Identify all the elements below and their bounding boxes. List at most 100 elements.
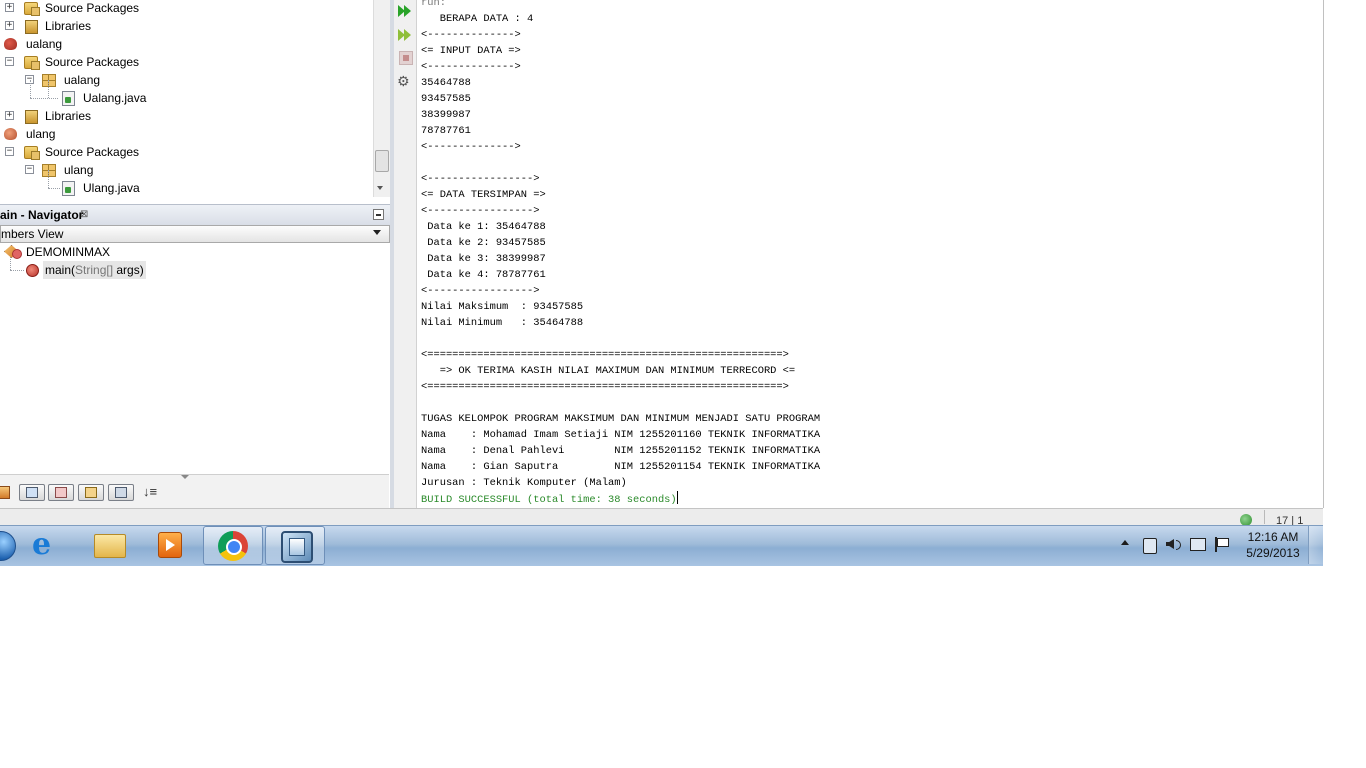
navigator-method-node[interactable]: main(String[] args) — [0, 261, 370, 279]
output-line: <=======================================… — [421, 349, 789, 361]
chevron-down-icon[interactable] — [373, 230, 381, 235]
output-line: run: — [421, 0, 446, 9]
sort-by-name-icon[interactable]: ↓≡ — [143, 484, 157, 499]
tree-node-label: Libraries — [45, 109, 92, 123]
navigator-view-select[interactable]: mbers View — [0, 225, 390, 243]
output-line: 38399987 — [421, 109, 471, 121]
tree-node-source-packages[interactable]: + Source Packages — [0, 0, 370, 17]
tree-node-package-ulang[interactable]: − ulang — [0, 161, 370, 179]
navigator-class-node[interactable]: DEMOMINMAX — [0, 243, 370, 261]
navigator-members-tree: DEMOMINMAX main(String[] args) — [0, 243, 389, 473]
libraries-icon — [25, 20, 38, 34]
scroll-down-arrow-icon[interactable] — [377, 186, 383, 190]
expand-toggle-icon[interactable]: + — [5, 21, 14, 30]
navigator-close-icon[interactable]: ⊠ — [80, 205, 88, 225]
expand-toggle-icon[interactable]: + — [5, 111, 14, 120]
method-name: main( — [45, 263, 76, 277]
method-signature: main(String[] args) — [43, 261, 146, 279]
tree-node-libraries[interactable]: + Libraries — [0, 107, 370, 125]
output-line: 78787761 — [421, 125, 471, 137]
lock-icon — [85, 487, 97, 498]
projects-panel: + Source Packages + Libraries ualang − S… — [0, 0, 391, 197]
taskbar-app-chrome[interactable] — [203, 526, 263, 565]
network-icon[interactable] — [1190, 538, 1206, 551]
tree-node-label: Ulang.java — [83, 181, 140, 195]
rerun-with-params-icon[interactable] — [397, 27, 413, 43]
tree-node-label: Ualang.java — [83, 91, 147, 105]
project-icon — [4, 38, 17, 50]
output-line: => OK TERIMA KASIH NILAI MAXIMUM DAN MIN… — [421, 365, 796, 377]
tree-node-label: ualang — [64, 73, 101, 87]
package-icon — [42, 74, 56, 87]
tree-node-project-ualang[interactable]: ualang — [0, 35, 370, 53]
output-line: <-----------------> — [421, 173, 540, 185]
output-line: Nilai Maksimum : 93457585 — [421, 301, 584, 313]
output-line: TUGAS KELOMPOK PROGRAM MAKSIMUM DAN MINI… — [421, 413, 821, 425]
tree-node-source-packages[interactable]: − Source Packages — [0, 53, 370, 71]
build-status-line: BUILD SUCCESSFUL (total time: 38 seconds… — [421, 491, 1321, 507]
sort-by-source-button[interactable] — [108, 484, 134, 501]
action-center-flag-cloth — [1217, 538, 1229, 547]
tree-node-source-packages[interactable]: − Source Packages — [0, 143, 370, 161]
tree-node-project-ulang[interactable]: ulang — [0, 125, 370, 143]
collapse-toggle-icon[interactable]: − — [5, 57, 14, 66]
show-non-public-button[interactable] — [78, 484, 104, 501]
collapse-toggle-icon[interactable]: − — [25, 165, 34, 174]
show-static-button[interactable] — [48, 484, 74, 501]
netbeans-icon — [281, 531, 313, 563]
tree-node-libraries[interactable]: + Libraries — [0, 17, 370, 35]
file-explorer-icon — [94, 534, 126, 558]
collapse-toggle-icon[interactable]: − — [5, 147, 14, 156]
output-console-text[interactable]: run: BERAPA DATA : 4 <--------------> <= I… — [421, 0, 1321, 507]
show-fields-button[interactable] — [19, 484, 45, 501]
taskbar-app-internet-explorer[interactable]: e — [18, 526, 76, 563]
stop-icon[interactable] — [399, 51, 413, 65]
output-line: <--------------> — [421, 61, 521, 73]
output-line: 35464788 — [421, 77, 471, 89]
tree-node-label: Source Packages — [45, 55, 140, 69]
class-overlay-icon — [12, 249, 22, 259]
projects-scrollbar-thumb[interactable] — [375, 150, 389, 172]
clock-time: 12:16 AM — [1247, 530, 1299, 544]
text-caret — [676, 491, 678, 504]
output-line: <--------------> — [421, 141, 521, 153]
tree-guide — [48, 80, 49, 98]
internet-explorer-icon: e — [32, 527, 52, 562]
output-line: Data ke 1: 35464788 — [421, 221, 546, 233]
source-packages-icon — [24, 146, 40, 160]
show-desktop-button[interactable] — [1308, 526, 1324, 564]
tree-guide — [30, 80, 31, 98]
tree-node-label: ualang — [26, 37, 63, 51]
expand-toggle-icon[interactable]: + — [5, 3, 14, 12]
navigator-title[interactable]: ain - Navigator — [0, 205, 83, 225]
rerun-icon[interactable] — [397, 3, 413, 19]
sort-source-icon — [115, 487, 127, 498]
settings-gear-icon[interactable]: ⚙ — [397, 73, 413, 89]
taskbar-app-netbeans[interactable] — [265, 526, 325, 565]
clock-date: 5/29/2013 — [1246, 546, 1300, 560]
output-line: BERAPA DATA : 4 — [421, 13, 534, 25]
output-line: Nama : Gian Saputra NIM 1255201154 TEKNI… — [421, 461, 821, 473]
tree-node-label: Source Packages — [45, 145, 140, 159]
show-inherited-icon[interactable] — [0, 486, 10, 499]
minimize-window-group-icon[interactable] — [373, 209, 384, 220]
show-hidden-icons-icon[interactable] — [1121, 540, 1129, 545]
output-line: <= INPUT DATA => — [421, 45, 521, 57]
resize-grip-icon[interactable] — [181, 475, 189, 479]
power-icon[interactable] — [1143, 538, 1157, 554]
output-line: <-----------------> — [421, 285, 540, 297]
taskbar-app-file-explorer[interactable] — [80, 526, 138, 563]
output-line: <--------------> — [421, 29, 521, 41]
output-line: Nilai Minimum : 35464788 — [421, 317, 584, 329]
tree-node-package-ualang[interactable]: − ualang — [0, 71, 370, 89]
taskbar-clock[interactable]: 12:16 AM 5/29/2013 — [1238, 529, 1308, 561]
taskbar-app-media-player[interactable] — [141, 526, 199, 563]
output-line: <= DATA TERSIMPAN => — [421, 189, 546, 201]
tree-node-label: ulang — [26, 127, 56, 141]
status-separator — [1264, 510, 1265, 524]
tree-node-label: DEMOMINMAX — [26, 245, 110, 259]
build-status-text: BUILD SUCCESSFUL (total time: 38 seconds… — [421, 494, 677, 506]
navigator-header: ain - Navigator ⊠ — [0, 204, 390, 226]
